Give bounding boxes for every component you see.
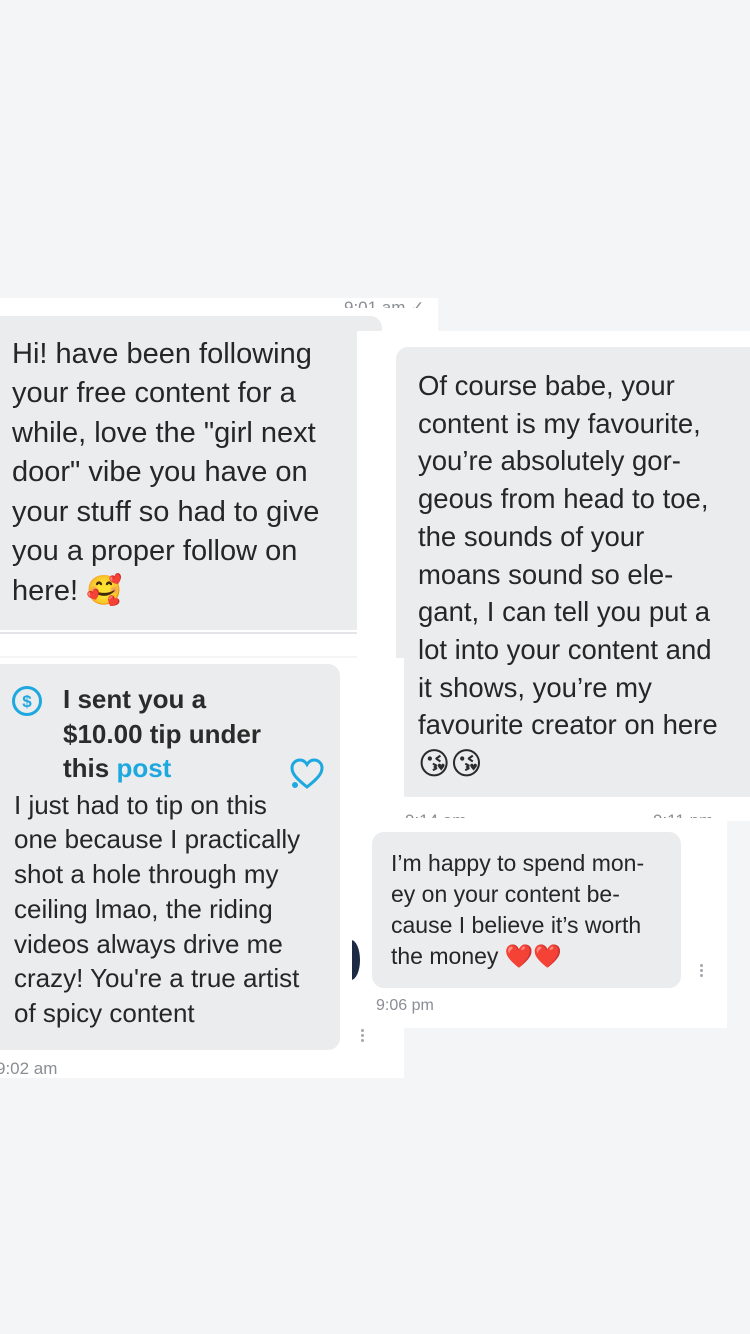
chat-screenshot-3: $ I sent you a $10.00 tip under this pos… bbox=[0, 658, 404, 1078]
heart-outline-icon[interactable] bbox=[289, 757, 325, 791]
message-bubble-incoming[interactable]: Hi! have been following your free conten… bbox=[0, 316, 382, 630]
kissing-face-emoji: 😘😘 bbox=[418, 746, 483, 783]
more-options-icon[interactable] bbox=[361, 1029, 365, 1044]
tip-message-bubble[interactable]: $ I sent you a $10.00 tip under this pos… bbox=[0, 664, 340, 1050]
dollar-circle-icon: $ bbox=[12, 686, 42, 716]
avatar bbox=[352, 940, 360, 980]
chat-screenshot-4: I’m happy to spend mon- ey on your conte… bbox=[352, 818, 727, 1028]
message-bubble-outgoing[interactable]: Of course babe, your content is my favou… bbox=[396, 347, 750, 797]
smiling-hearts-emoji: 🥰 bbox=[86, 573, 123, 608]
more-options-icon[interactable] bbox=[700, 964, 704, 979]
message-bubble-incoming[interactable]: I’m happy to spend mon- ey on your conte… bbox=[372, 832, 681, 988]
message-text: Hi! have been following your free conten… bbox=[12, 338, 320, 608]
message-timestamp: 9:02 am bbox=[0, 1059, 58, 1078]
message-text: Of course babe, your content is my favou… bbox=[418, 370, 718, 741]
chat-screenshot-2: Of course babe, your content is my favou… bbox=[357, 331, 750, 821]
post-link[interactable]: post bbox=[116, 753, 171, 783]
message-text: I just had to tip on this one because I … bbox=[14, 789, 301, 1029]
timestamp-cutoff: 9:01 am ✓ bbox=[344, 298, 425, 308]
red-heart-emoji: ❤️❤️ bbox=[504, 944, 563, 970]
message-timestamp: 9:06 pm bbox=[376, 997, 434, 1014]
